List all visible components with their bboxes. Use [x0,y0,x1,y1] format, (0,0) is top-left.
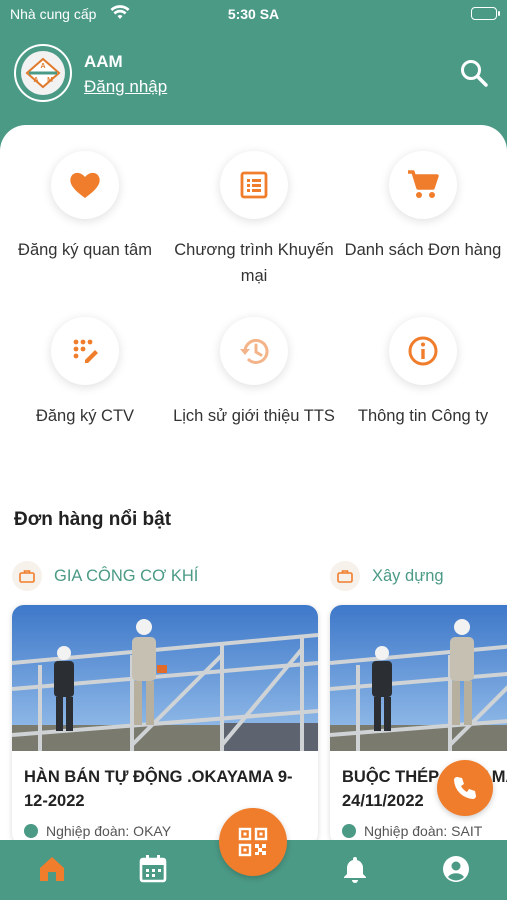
call-button[interactable] [437,760,493,816]
job-category-label: Xây dựng [372,566,444,585]
qr-scan-button[interactable] [219,808,287,876]
qr-code-icon [238,827,268,857]
menu-item-label: Đăng ký CTV [35,407,135,425]
job-category[interactable]: GIA CÔNG CƠ KHÍ [12,561,318,591]
featured-orders-title: Đơn hàng nổi bật [14,509,172,530]
briefcase-icon [330,561,360,591]
job-category-label: GIA CÔNG CƠ KHÍ [54,566,199,585]
svg-text:M: M [47,77,53,84]
menu-item-referral-history[interactable]: Lịch sử giới thiệu TTS [169,317,339,429]
menu-item-order-list[interactable]: Danh sách Đơn hàng [338,151,507,263]
location-icon [342,824,356,838]
job-meta-label: Nghiệp đoàn: SAIT [364,823,483,839]
job-title: HÀN BÁN TỰ ĐỘNG .OKAYAMA 9-12-2022 [24,768,293,810]
menu-item-label: Danh sách Đơn hàng [344,241,502,259]
bell-icon[interactable] [340,854,370,884]
clock: 5:30 SA [227,6,280,22]
job-photo [330,605,507,751]
status-bar: Nhà cung cấp 5:30 SA [0,0,507,28]
login-link[interactable]: Đăng nhập [84,77,167,97]
main-content: Đăng ký quan tâm Chương trình Khuyến mại… [0,125,507,840]
menu-item-label: Thông tin Công ty [357,407,489,425]
phone-icon [454,777,476,799]
featured-jobs-carousel[interactable]: GIA CÔNG CƠ KHÍ HÀN BÁN TỰ ĐỘNG .OKAYAMA… [12,561,507,840]
menu-item-register-interest[interactable]: Đăng ký quan tâm [0,151,170,263]
menu-item-company-info[interactable]: Thông tin Công ty [338,317,507,429]
battery-icon [471,7,500,20]
menu-item-promotions[interactable]: Chương trình Khuyến mại [169,151,339,289]
svg-text:A: A [40,63,45,70]
job-card[interactable]: HÀN BÁN TỰ ĐỘNG .OKAYAMA 9-12-2022 Nghiệ… [12,605,318,840]
user-icon[interactable] [441,854,471,884]
job-item: GIA CÔNG CƠ KHÍ HÀN BÁN TỰ ĐỘNG .OKAYAMA… [12,561,318,840]
app-name: AAM [84,52,123,71]
menu-item-label: Đăng ký quan tâm [18,241,152,259]
cart-icon [389,151,457,219]
calendar-icon[interactable] [138,854,168,884]
menu-item-label: Chương trình Khuyến mại [174,241,334,285]
info-icon [389,317,457,385]
job-meta-label: Nghiệp đoàn: OKAY [46,823,172,839]
menu-item-label: Lịch sử giới thiệu TTS [173,407,335,425]
briefcase-icon [12,561,42,591]
history-icon [220,317,288,385]
job-photo [12,605,318,751]
dialpad-edit-icon [51,317,119,385]
search-icon[interactable] [459,58,489,88]
menu-item-register-ctv[interactable]: Đăng ký CTV [0,317,170,429]
job-meta: Nghiệp đoàn: SAIT [330,813,507,839]
location-icon [24,824,38,838]
app-header: A A M AAM Đăng nhập [0,28,507,128]
home-icon[interactable] [37,854,67,884]
job-category[interactable]: Xây dựng [330,561,507,591]
svg-text:A: A [33,77,38,84]
heart-icon [51,151,119,219]
app-logo: A A M [14,44,72,102]
list-icon [220,151,288,219]
